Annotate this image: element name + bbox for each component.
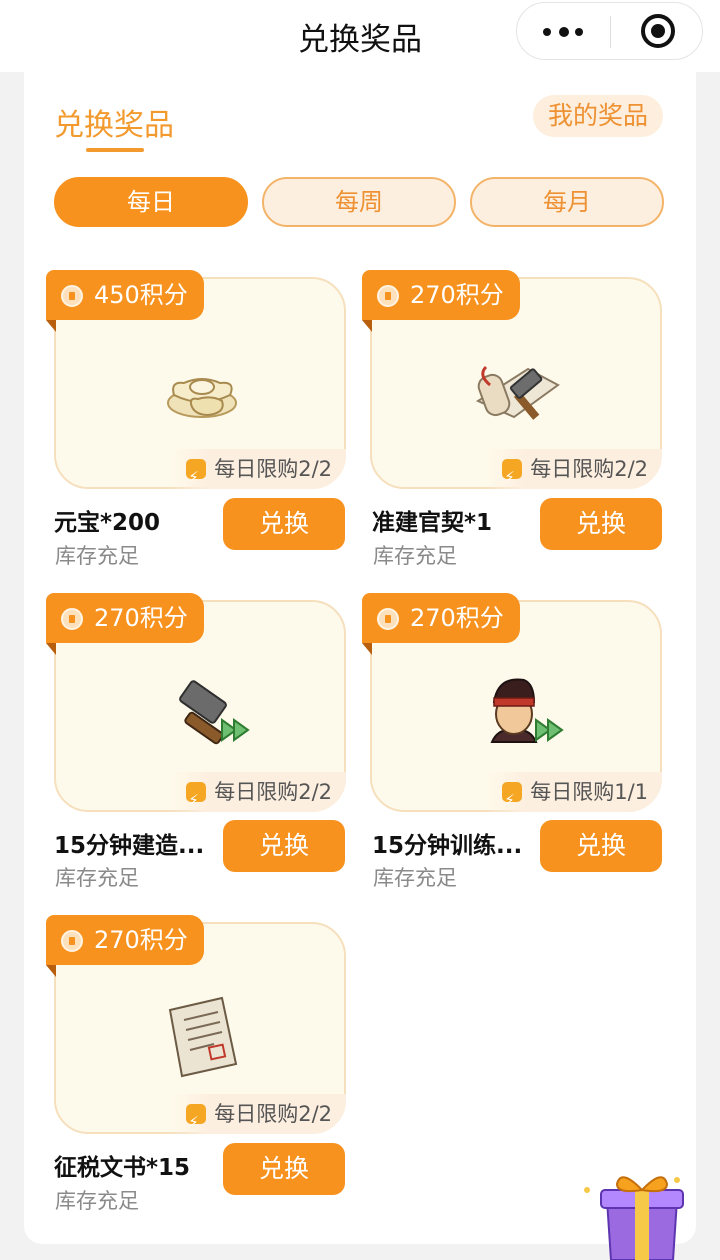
tab-daily[interactable]: 每日 bbox=[54, 177, 248, 227]
my-prizes-button[interactable]: 我的奖品 bbox=[533, 95, 663, 137]
gift-box-icon[interactable] bbox=[577, 1160, 697, 1260]
item-name: 15分钟建造... bbox=[54, 833, 205, 859]
price-tag-fold bbox=[362, 320, 372, 332]
lightning-icon bbox=[186, 780, 207, 820]
prize-card[interactable]: 270积分 每日限购2/2 bbox=[46, 915, 346, 1142]
prize-card[interactable]: 450积分 每日限购2/2 bbox=[46, 270, 346, 497]
price-label: 270积分 bbox=[94, 604, 188, 632]
close-mini-program-icon[interactable] bbox=[641, 14, 675, 48]
lightning-icon bbox=[502, 457, 523, 497]
exchange-button[interactable]: 兑换 bbox=[540, 498, 662, 550]
limit-label: 每日限购2/2 bbox=[214, 1102, 332, 1126]
points-coin-icon bbox=[61, 930, 83, 952]
price-tag-fold bbox=[46, 643, 56, 655]
tab-weekly[interactable]: 每周 bbox=[262, 177, 456, 227]
title-underline bbox=[86, 148, 144, 152]
price-tag: 270积分 bbox=[362, 270, 520, 320]
price-tag-fold bbox=[362, 643, 372, 655]
exchange-button[interactable]: 兑换 bbox=[223, 820, 345, 872]
gold-ingot-icon bbox=[167, 378, 237, 418]
points-coin-icon bbox=[61, 285, 83, 307]
price-tag: 450积分 bbox=[46, 270, 204, 320]
tax-document-icon bbox=[168, 996, 238, 1078]
points-coin-icon bbox=[61, 608, 83, 630]
purchase-limit: 每日限购2/2 bbox=[486, 449, 662, 497]
lightning-icon bbox=[186, 1102, 207, 1142]
item-name: 准建官契*1 bbox=[372, 510, 493, 536]
lightning-icon bbox=[186, 457, 207, 497]
price-tag-fold bbox=[46, 965, 56, 977]
scroll-hammer-icon bbox=[475, 365, 560, 420]
limit-label: 每日限购2/2 bbox=[214, 457, 332, 481]
item-name: 元宝*200 bbox=[54, 510, 161, 536]
price-tag: 270积分 bbox=[362, 593, 520, 643]
points-coin-icon bbox=[377, 608, 399, 630]
item-name: 15分钟训练... bbox=[372, 833, 523, 859]
more-icon[interactable] bbox=[543, 21, 583, 41]
exchange-button[interactable]: 兑换 bbox=[540, 820, 662, 872]
exchange-button[interactable]: 兑换 bbox=[223, 498, 345, 550]
soldier-speedup-icon bbox=[490, 678, 564, 743]
stock-status: 库存充足 bbox=[373, 544, 457, 568]
prize-card[interactable]: 270积分 每日限购2/2 bbox=[362, 270, 662, 497]
exchange-button[interactable]: 兑换 bbox=[223, 1143, 345, 1195]
purchase-limit: 每日限购2/2 bbox=[170, 449, 346, 497]
price-tag: 270积分 bbox=[46, 593, 204, 643]
page-title: 兑换奖品 bbox=[54, 108, 174, 143]
price-label: 270积分 bbox=[410, 281, 504, 309]
price-label: 450积分 bbox=[94, 281, 188, 309]
purchase-limit: 每日限购1/1 bbox=[486, 772, 662, 820]
price-tag-fold bbox=[46, 320, 56, 332]
purchase-limit: 每日限购2/2 bbox=[170, 772, 346, 820]
price-tag: 270积分 bbox=[46, 915, 204, 965]
stock-status: 库存充足 bbox=[55, 866, 139, 890]
points-coin-icon bbox=[377, 285, 399, 307]
stock-status: 库存充足 bbox=[373, 866, 457, 890]
tab-monthly[interactable]: 每月 bbox=[470, 177, 664, 227]
limit-label: 每日限购2/2 bbox=[530, 457, 648, 481]
purchase-limit: 每日限购2/2 bbox=[170, 1094, 346, 1142]
stock-status: 库存充足 bbox=[55, 1189, 139, 1213]
capsule-divider bbox=[610, 16, 611, 48]
prize-card[interactable]: 270积分 每日限购1/1 bbox=[362, 593, 662, 820]
price-label: 270积分 bbox=[94, 926, 188, 954]
nav-bar: 兑换奖品 bbox=[0, 0, 720, 72]
item-name: 征税文书*15 bbox=[54, 1155, 191, 1181]
price-label: 270积分 bbox=[410, 604, 504, 632]
limit-label: 每日限购2/2 bbox=[214, 780, 332, 804]
prize-card[interactable]: 270积分 每日限购2/2 bbox=[46, 593, 346, 820]
limit-label: 每日限购1/1 bbox=[530, 780, 648, 804]
mini-program-capsule bbox=[516, 2, 703, 60]
stock-status: 库存充足 bbox=[55, 544, 139, 568]
lightning-icon bbox=[502, 780, 523, 820]
hammer-speedup-icon bbox=[179, 680, 250, 745]
